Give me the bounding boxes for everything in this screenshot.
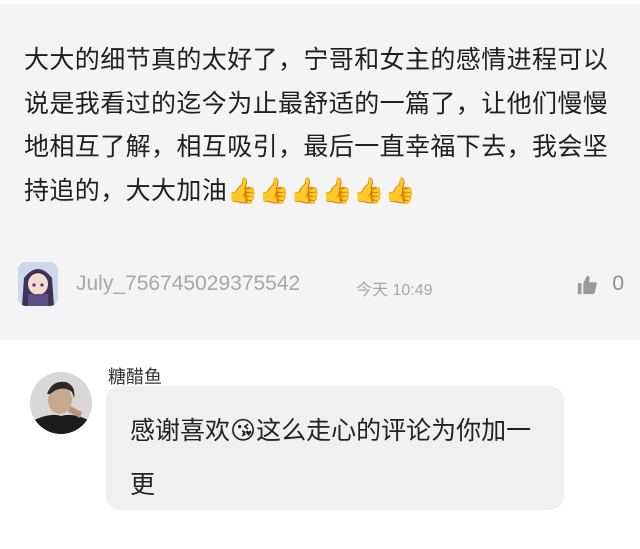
- reply-text-start: 感谢喜欢: [130, 416, 231, 445]
- like-count: 0: [612, 272, 624, 295]
- avatar-graphic: [18, 262, 58, 306]
- reply-avatar-graphic: [30, 372, 92, 434]
- comment-time: 今天 10:49: [356, 282, 433, 299]
- comment-meta: July_756745029375542 今天 10:49 0: [18, 260, 628, 314]
- thumbs-up-emojis: 👍👍👍👍👍👍: [227, 175, 417, 205]
- kiss-emoji: 😘: [230, 416, 257, 445]
- reply-text: 感谢喜欢😘这么走心的评论为你加一更: [130, 404, 550, 512]
- thumbs-up-icon: [577, 275, 597, 295]
- reply-bubble: 感谢喜欢😘这么走心的评论为你加一更: [106, 386, 564, 510]
- comment-text: 大大的细节真的太好了，宁哥和女主的感情进程可以说是我看过的迄今为止最舒适的一篇了…: [24, 38, 624, 212]
- comment-username[interactable]: July_756745029375542: [76, 272, 300, 296]
- comment-card: 大大的细节真的太好了，宁哥和女主的感情进程可以说是我看过的迄今为止最舒适的一篇了…: [0, 4, 640, 340]
- person-avatar-icon[interactable]: [30, 372, 92, 434]
- anime-avatar-icon[interactable]: [18, 262, 58, 306]
